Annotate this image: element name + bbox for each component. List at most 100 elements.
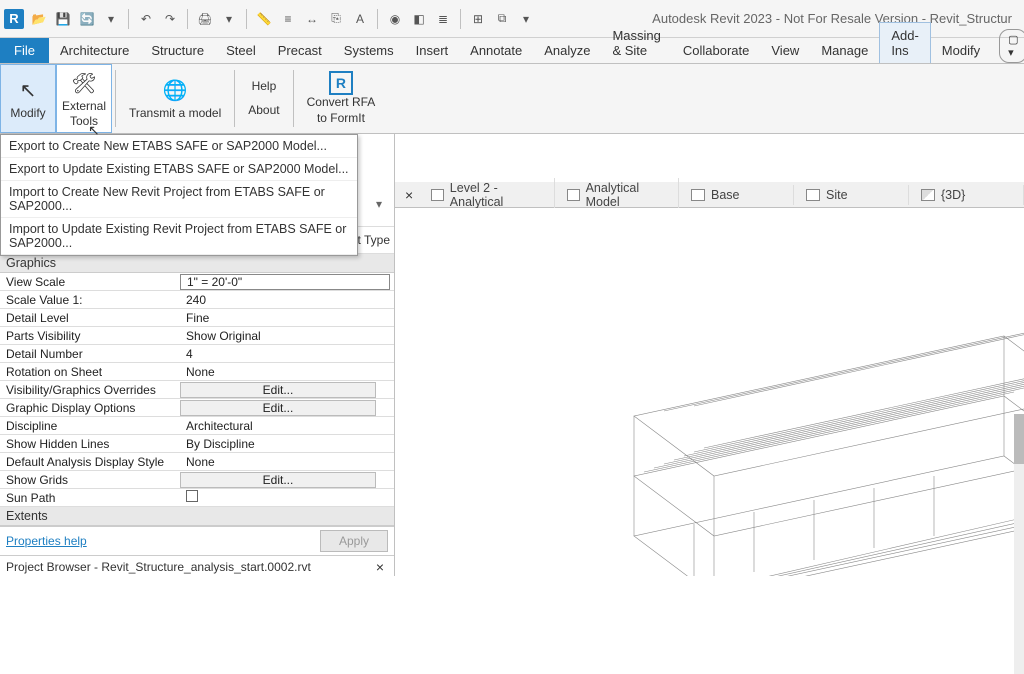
ribbon-label: External Tools bbox=[62, 99, 106, 128]
section-icon[interactable]: ◧ bbox=[410, 10, 428, 28]
property-value[interactable]: Show Original bbox=[180, 329, 394, 343]
dimension-icon[interactable]: ↔ bbox=[303, 10, 321, 28]
ribbon: ↖ Modify 🛠 External Tools 🌐 Transmit a m… bbox=[0, 64, 1024, 134]
dropdown-import-new[interactable]: Import to Create New Revit Project from … bbox=[1, 181, 357, 218]
save-icon[interactable]: 💾 bbox=[54, 10, 72, 28]
close-icon[interactable]: × bbox=[372, 559, 388, 575]
tab-base[interactable]: Base bbox=[679, 185, 794, 205]
undo-icon[interactable]: ↶ bbox=[137, 10, 155, 28]
menu-annotate[interactable]: Annotate bbox=[459, 38, 533, 63]
dropdown-icon[interactable]: ▾ bbox=[517, 10, 535, 28]
browser-title: Project Browser - Revit_Structure_analys… bbox=[6, 560, 311, 574]
3d-icon[interactable]: ◉ bbox=[386, 10, 404, 28]
ribbon-help[interactable]: Help About bbox=[238, 64, 289, 133]
property-row: Detail LevelFine bbox=[0, 309, 394, 327]
chevron-down-icon[interactable]: ▾ bbox=[376, 197, 386, 211]
menu-insert[interactable]: Insert bbox=[405, 38, 460, 63]
ribbon-label: Help bbox=[252, 79, 277, 95]
property-row: Sun Path bbox=[0, 489, 394, 507]
properties-help-link[interactable]: Properties help bbox=[6, 534, 87, 548]
view-icon bbox=[567, 189, 580, 201]
property-row: DisciplineArchitectural bbox=[0, 417, 394, 435]
print-icon[interactable]: 🖨 bbox=[196, 10, 214, 28]
property-section-extents[interactable]: Extents bbox=[0, 507, 394, 526]
switch-windows-icon[interactable]: ⧉ bbox=[493, 10, 511, 28]
property-value[interactable]: None bbox=[180, 455, 394, 469]
window-title: Autodesk Revit 2023 - Not For Resale Ver… bbox=[652, 11, 1020, 26]
vertical-scrollbar[interactable] bbox=[1014, 414, 1024, 674]
menu-analyze[interactable]: Analyze bbox=[533, 38, 601, 63]
formit-icon: R bbox=[329, 71, 353, 95]
property-label: Rotation on Sheet bbox=[0, 365, 180, 379]
property-value[interactable]: 240 bbox=[180, 293, 394, 307]
property-value[interactable]: Edit... bbox=[180, 382, 376, 398]
tag-icon[interactable]: ⎘ bbox=[327, 10, 345, 28]
close-icon[interactable]: × bbox=[399, 187, 419, 203]
dropdown-import-update[interactable]: Import to Update Existing Revit Project … bbox=[1, 218, 357, 255]
menu-modify[interactable]: Modify bbox=[931, 38, 991, 63]
menu-architecture[interactable]: Architecture bbox=[49, 38, 140, 63]
text-icon[interactable]: A bbox=[351, 10, 369, 28]
align-icon[interactable]: ≡ bbox=[279, 10, 297, 28]
property-label: Visibility/Graphics Overrides bbox=[0, 383, 180, 397]
menu-extra[interactable]: ▢ ▾ bbox=[999, 29, 1024, 63]
dropdown-icon[interactable]: ▾ bbox=[102, 10, 120, 28]
checkbox[interactable] bbox=[186, 490, 198, 502]
dropdown-icon[interactable]: ▾ bbox=[220, 10, 238, 28]
property-label: Default Analysis Display Style bbox=[0, 455, 180, 469]
ribbon-external-tools[interactable]: 🛠 External Tools bbox=[56, 64, 112, 133]
menu-massing-site[interactable]: Massing & Site bbox=[601, 23, 671, 63]
cursor-icon: ↖ bbox=[20, 76, 37, 106]
menu-add-ins[interactable]: Add-Ins bbox=[879, 22, 930, 63]
property-value[interactable]: Architectural bbox=[180, 419, 394, 433]
tab-label: Level 2 - Analytical bbox=[450, 181, 542, 209]
tab-label: Base bbox=[711, 188, 740, 202]
scroll-thumb[interactable] bbox=[1014, 414, 1024, 464]
menu-view[interactable]: View bbox=[760, 38, 810, 63]
drawing-canvas[interactable] bbox=[395, 208, 1024, 576]
measure-icon[interactable]: 📏 bbox=[255, 10, 273, 28]
tab-level2-analytical[interactable]: Level 2 - Analytical bbox=[419, 178, 555, 212]
redo-icon[interactable]: ↷ bbox=[161, 10, 179, 28]
property-section-graphics[interactable]: Graphics bbox=[0, 254, 394, 273]
ribbon-label: Convert RFA to FormIt bbox=[307, 95, 376, 126]
property-value[interactable]: Edit... bbox=[180, 472, 376, 488]
property-value[interactable] bbox=[180, 490, 394, 505]
property-row: Detail Number4 bbox=[0, 345, 394, 363]
property-value[interactable]: 4 bbox=[180, 347, 394, 361]
property-row: Default Analysis Display StyleNone bbox=[0, 453, 394, 471]
ribbon-convert-rfa[interactable]: R Convert RFA to FormIt bbox=[297, 64, 386, 133]
menu-structure[interactable]: Structure bbox=[140, 38, 215, 63]
menu-steel[interactable]: Steel bbox=[215, 38, 267, 63]
thin-lines-icon[interactable]: ≣ bbox=[434, 10, 452, 28]
view-area: × Level 2 - Analytical Analytical Model … bbox=[395, 134, 1024, 576]
open-icon[interactable]: 📂 bbox=[30, 10, 48, 28]
tab-site[interactable]: Site bbox=[794, 185, 909, 205]
close-windows-icon[interactable]: ⊞ bbox=[469, 10, 487, 28]
menu-systems[interactable]: Systems bbox=[333, 38, 405, 63]
property-value[interactable]: None bbox=[180, 365, 394, 379]
dropdown-export-update[interactable]: Export to Update Existing ETABS SAFE or … bbox=[1, 158, 357, 181]
property-value[interactable]: By Discipline bbox=[180, 437, 394, 451]
menu-manage[interactable]: Manage bbox=[810, 38, 879, 63]
property-value[interactable]: Edit... bbox=[180, 400, 376, 416]
menu-file[interactable]: File bbox=[0, 38, 49, 63]
ribbon-label: Modify bbox=[10, 106, 45, 120]
view-icon bbox=[921, 189, 935, 201]
property-value[interactable]: 1" = 20'-0" bbox=[180, 274, 390, 290]
menu-collaborate[interactable]: Collaborate bbox=[672, 38, 761, 63]
property-value[interactable]: Fine bbox=[180, 311, 394, 325]
ribbon-modify[interactable]: ↖ Modify bbox=[0, 64, 56, 133]
tab-3d[interactable]: {3D} bbox=[909, 185, 1024, 205]
property-label: Graphic Display Options bbox=[0, 401, 180, 415]
sync-icon[interactable]: 🔄 bbox=[78, 10, 96, 28]
tab-analytical-model[interactable]: Analytical Model bbox=[555, 178, 679, 212]
ribbon-label: About bbox=[248, 103, 279, 119]
dropdown-export-new[interactable]: Export to Create New ETABS SAFE or SAP20… bbox=[1, 135, 357, 158]
apply-button[interactable]: Apply bbox=[320, 530, 388, 552]
title-bar: R 📂 💾 🔄 ▾ ↶ ↷ 🖨 ▾ 📏 ≡ ↔ ⎘ A ◉ ◧ ≣ ⊞ ⧉ ▾ … bbox=[0, 0, 1024, 38]
menu-precast[interactable]: Precast bbox=[267, 38, 333, 63]
property-row: Show GridsEdit... bbox=[0, 471, 394, 489]
3d-wireframe bbox=[584, 256, 1024, 576]
ribbon-transmit[interactable]: 🌐 Transmit a model bbox=[119, 64, 231, 133]
